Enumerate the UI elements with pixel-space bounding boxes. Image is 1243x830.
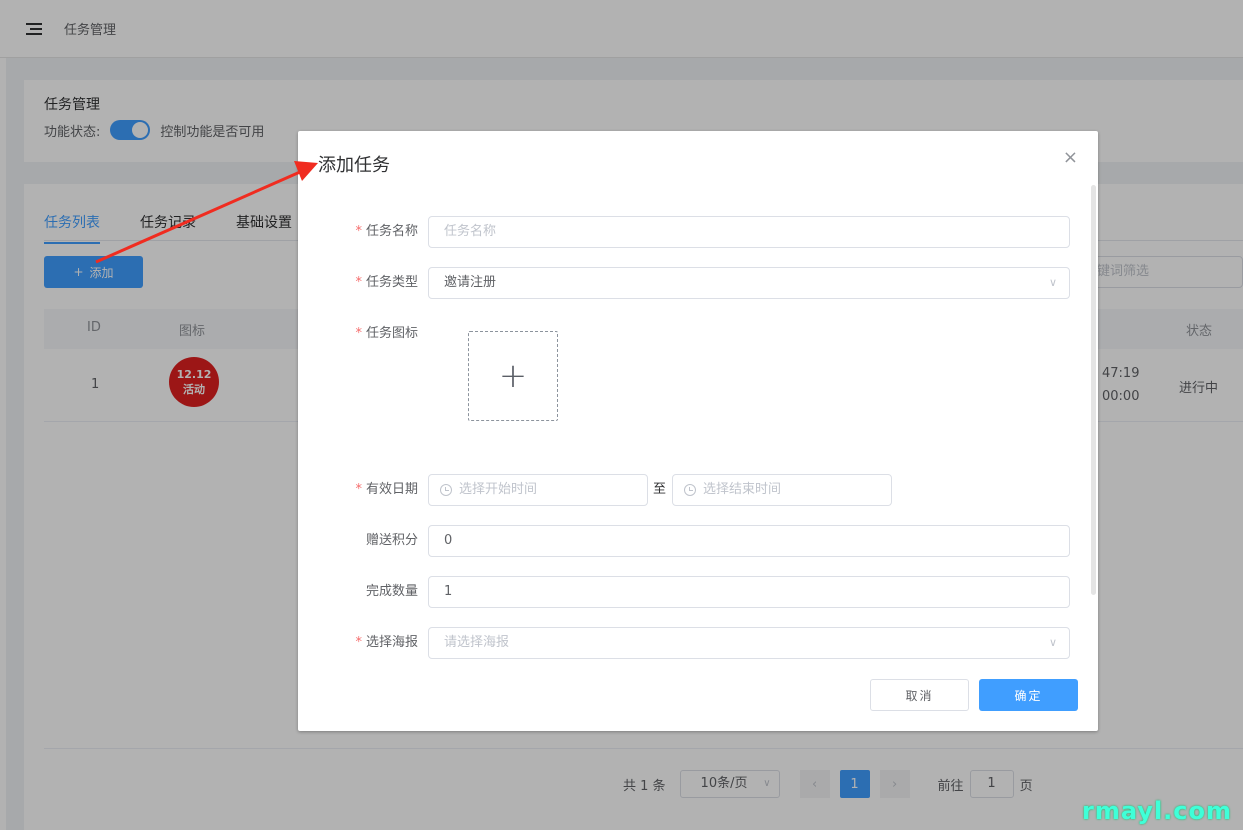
form-row-valid-date: * 有效日期 选择开始时间 至 选择结束时间 — [298, 474, 1098, 506]
points-label: 赠送积分 — [365, 533, 418, 548]
chevron-down-icon: ∨ — [1048, 276, 1057, 289]
icon-upload-box[interactable]: + — [468, 331, 558, 421]
valid-date-label: * 有效日期 — [355, 482, 418, 497]
close-icon[interactable]: × — [1063, 149, 1078, 167]
end-time-placeholder: 选择结束时间 — [703, 482, 782, 497]
confirm-button[interactable]: 确定 — [979, 679, 1078, 711]
task-icon-label: * 任务图标 — [355, 326, 418, 341]
start-time-picker[interactable]: 选择开始时间 — [428, 474, 648, 506]
form-row-task-icon: * 任务图标 — [298, 318, 1098, 350]
form-row-poster: * 选择海报 请选择海报 ∨ — [298, 627, 1098, 659]
form-row-points: 赠送积分 0 — [298, 525, 1098, 557]
poster-placeholder: 请选择海报 — [444, 635, 510, 650]
start-time-placeholder: 选择开始时间 — [459, 482, 538, 497]
clock-icon — [684, 484, 696, 496]
add-task-dialog: 添加任务 × * 任务名称 任务名称 * 任务类型 邀请注册 ∨ * 任务图标 + *… — [298, 131, 1098, 731]
dialog-title: 添加任务 — [318, 155, 390, 176]
task-type-select[interactable]: 邀请注册 ∨ — [428, 267, 1070, 299]
plus-icon: + — [498, 356, 528, 396]
end-time-picker[interactable]: 选择结束时间 — [672, 474, 892, 506]
watermark-text: rmayl.com — [1082, 797, 1233, 825]
task-name-input[interactable]: 任务名称 — [428, 216, 1070, 248]
count-input[interactable]: 1 — [428, 576, 1070, 608]
date-range-separator: 至 — [653, 482, 667, 497]
clock-icon — [440, 484, 452, 496]
form-row-task-name: * 任务名称 任务名称 — [298, 216, 1098, 248]
task-name-label: * 任务名称 — [355, 224, 418, 239]
count-label: 完成数量 — [365, 584, 418, 599]
points-input[interactable]: 0 — [428, 525, 1070, 557]
task-type-label: * 任务类型 — [355, 275, 418, 290]
form-row-count: 完成数量 1 — [298, 576, 1098, 608]
task-type-value: 邀请注册 — [444, 275, 497, 290]
chevron-down-icon: ∨ — [1048, 636, 1057, 649]
poster-select[interactable]: 请选择海报 ∨ — [428, 627, 1070, 659]
cancel-button[interactable]: 取消 — [870, 679, 969, 711]
form-row-task-type: * 任务类型 邀请注册 ∨ — [298, 267, 1098, 299]
poster-label: * 选择海报 — [355, 635, 418, 650]
